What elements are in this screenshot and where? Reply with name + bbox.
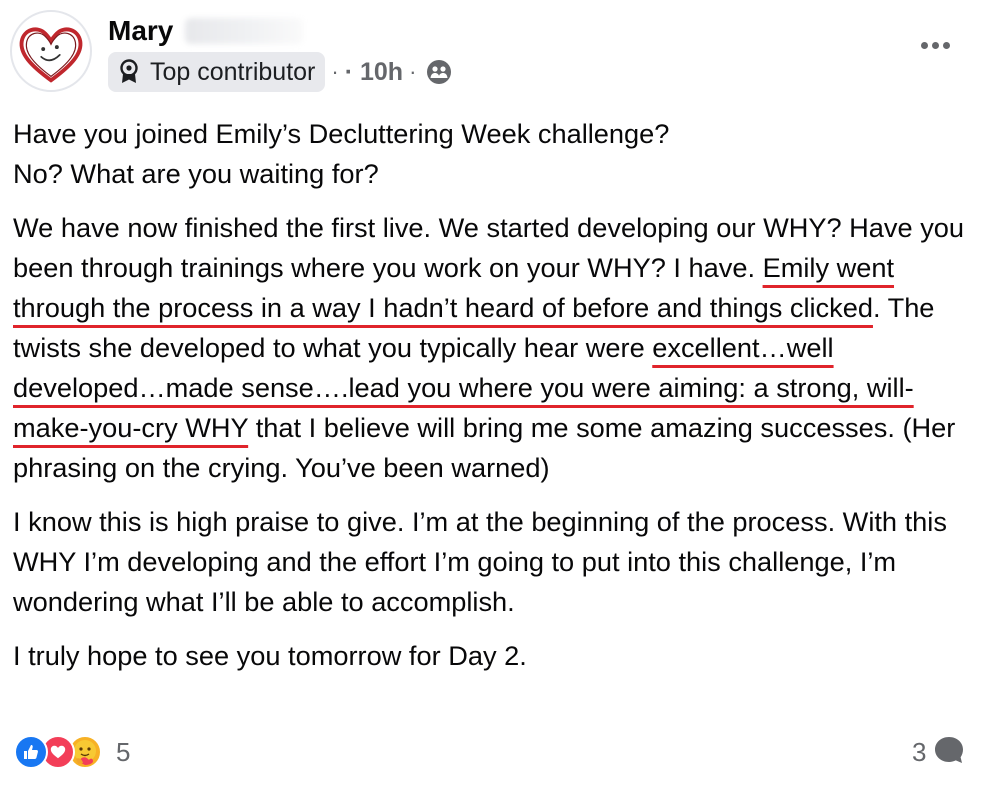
badge-label: Top contributor bbox=[150, 57, 316, 86]
post-paragraph: We have now finished the first live. We … bbox=[13, 208, 983, 488]
more-options-button[interactable] bbox=[912, 30, 958, 60]
reaction-count: 5 bbox=[116, 736, 131, 767]
reactions-summary[interactable]: 5 bbox=[14, 732, 130, 772]
post-paragraph: I truly hope to see you tomorrow for Day… bbox=[13, 636, 983, 676]
more-dot bbox=[920, 41, 928, 49]
more-dot bbox=[942, 41, 950, 49]
post-text-segment: Have you joined Emily’s Decluttering Wee… bbox=[13, 118, 670, 149]
post-text-segment: No? What are you waiting for? bbox=[13, 158, 379, 189]
meta-separator: · bbox=[331, 59, 339, 84]
author-row: Mary bbox=[108, 12, 304, 50]
top-contributor-badge[interactable]: Top contributor bbox=[108, 52, 326, 92]
post-text-segment: I truly hope to see you tomorrow for Day… bbox=[13, 640, 527, 671]
comment-count: 3 bbox=[912, 736, 927, 767]
post-timestamp[interactable]: · 10h bbox=[345, 58, 403, 87]
group-audience-icon[interactable] bbox=[426, 59, 452, 85]
post-body: Have you joined Emily’s Decluttering Wee… bbox=[13, 114, 983, 690]
author-avatar[interactable] bbox=[10, 10, 92, 92]
author-name[interactable]: Mary bbox=[108, 15, 173, 47]
like-icon bbox=[14, 735, 48, 769]
meta-separator-2: · bbox=[409, 59, 417, 84]
post-paragraph: I know this is high praise to give. I’m … bbox=[13, 502, 983, 622]
post-meta: Top contributor · · 10h · bbox=[108, 52, 452, 92]
more-dot bbox=[931, 41, 939, 49]
award-icon bbox=[118, 59, 140, 85]
redacted-surname bbox=[185, 18, 304, 44]
comments-summary[interactable]: 3 bbox=[912, 734, 966, 770]
heart-smiley-avatar-icon bbox=[19, 27, 83, 83]
post-paragraph: Have you joined Emily’s Decluttering Wee… bbox=[13, 114, 983, 194]
post-text-segment: I know this is high praise to give. I’m … bbox=[13, 506, 947, 617]
comment-bubble-icon bbox=[932, 733, 966, 772]
